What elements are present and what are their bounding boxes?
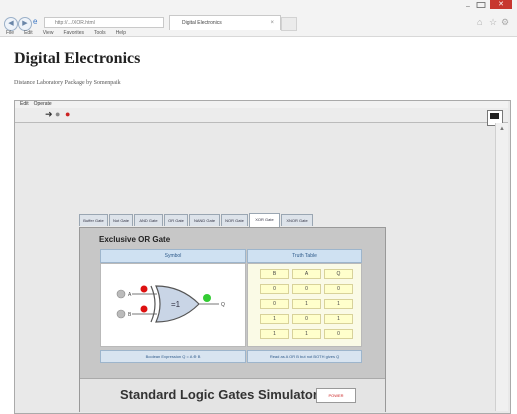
- truth-table-cell: 1: [292, 299, 321, 309]
- back-icon[interactable]: ◀: [4, 17, 18, 31]
- truth-table-header-cell: B: [260, 269, 289, 279]
- tab-xnor-gate[interactable]: XNOR Gate: [281, 214, 313, 226]
- boolean-expression: Boolean Expression Q = A ⊕ B: [100, 350, 246, 363]
- menu-view[interactable]: View: [43, 30, 54, 36]
- minimize-icon[interactable]: –: [466, 3, 470, 10]
- vertical-scrollbar[interactable]: ▲: [495, 123, 508, 411]
- gate-title: Exclusive OR Gate: [99, 235, 171, 244]
- browser-logo-icon: e: [33, 17, 38, 26]
- truth-table-cell: 1: [324, 314, 353, 324]
- simulator-panel: Exclusive OR Gate Symbol Truth Table A B…: [79, 227, 386, 412]
- input-a-led-icon: [140, 285, 148, 293]
- input-b-led-icon: [140, 305, 148, 313]
- truth-table: BAQ000011101110: [247, 263, 362, 347]
- truth-table-cell: 1: [260, 314, 289, 324]
- truth-table-cell: 0: [260, 284, 289, 294]
- menu-file[interactable]: File: [6, 30, 14, 36]
- address-bar[interactable]: http://.../XOR.html: [44, 17, 164, 28]
- truth-table-cell: 0: [324, 284, 353, 294]
- forward-icon[interactable]: ▶: [18, 17, 32, 31]
- tab-nand-gate[interactable]: NAND Gate: [189, 214, 220, 226]
- truth-table-header: Truth Table: [247, 249, 362, 263]
- abort-icon[interactable]: ●: [65, 109, 70, 119]
- new-tab-button[interactable]: [281, 17, 297, 31]
- maximize-icon[interactable]: [476, 2, 486, 8]
- scroll-up-icon[interactable]: ▲: [499, 126, 505, 132]
- truth-table-cell: 0: [324, 329, 353, 339]
- tab-xor-gate[interactable]: XOR Gate: [249, 213, 280, 227]
- tab-buffer-gate[interactable]: Buffer Gate: [79, 214, 108, 226]
- truth-table-cell: 0: [292, 284, 321, 294]
- browser-menu-bar: File Edit View Favorites Tools Help: [0, 30, 517, 38]
- truth-table-cell: 0: [260, 299, 289, 309]
- close-window-icon[interactable]: ✕: [490, 0, 512, 9]
- menu-tools[interactable]: Tools: [94, 30, 106, 36]
- run-arrow-icon[interactable]: ➜: [45, 109, 53, 120]
- lv-menu-operate[interactable]: Operate: [34, 101, 52, 107]
- favorites-icon[interactable]: ☆: [489, 17, 497, 28]
- symbol-header: Symbol: [100, 249, 246, 263]
- page-subtitle: Distance Laboratory Package by Somenpaik: [14, 80, 121, 86]
- close-tab-icon[interactable]: ×: [270, 16, 274, 31]
- menu-edit[interactable]: Edit: [24, 30, 33, 36]
- symbol-area: A B =1 Q: [100, 263, 246, 347]
- truth-table-cell: 0: [292, 314, 321, 324]
- input-b-label: B: [128, 312, 132, 318]
- output-label: Q: [221, 302, 225, 308]
- tab-nor-gate[interactable]: NOR Gate: [221, 214, 248, 226]
- truth-table-cell: 1: [324, 299, 353, 309]
- truth-table-header-cell: Q: [324, 269, 353, 279]
- tab-or-gate[interactable]: OR Gate: [164, 214, 188, 226]
- menu-favorites[interactable]: Favorites: [63, 30, 84, 36]
- tab-and-gate[interactable]: AND Gate: [134, 214, 163, 226]
- page-title: Digital Electronics: [14, 50, 141, 67]
- reading-text: Read as A OR B but not BOTH gives Q: [247, 350, 362, 363]
- power-button[interactable]: POWER: [316, 388, 356, 403]
- browser-chrome: ◀ ▶ e http://.../XOR.html Digital Electr…: [0, 0, 517, 37]
- home-icon[interactable]: ⌂: [477, 17, 482, 27]
- gate-symbol-label: =1: [171, 300, 181, 309]
- xor-gate-symbol: A B =1 Q: [116, 285, 225, 323]
- tab-not-gate[interactable]: Not Gate: [109, 214, 133, 226]
- tab-title: Digital Electronics: [182, 20, 222, 26]
- simulator-footer: Standard Logic Gates Simulator POWER: [80, 378, 385, 412]
- input-a-label: A: [128, 292, 132, 298]
- browser-tab[interactable]: Digital Electronics ×: [169, 15, 281, 30]
- run-continuous-icon[interactable]: ●: [55, 109, 60, 119]
- labview-toolbar: ➜ ● ●: [15, 108, 508, 126]
- menu-help[interactable]: Help: [116, 30, 126, 36]
- truth-table-cell: 1: [260, 329, 289, 339]
- settings-icon[interactable]: ⚙: [501, 17, 509, 28]
- input-a-switch-icon: [116, 289, 126, 299]
- output-led-icon: [203, 294, 211, 302]
- lv-menu-edit[interactable]: Edit: [20, 101, 29, 107]
- truth-table-cell: 1: [292, 329, 321, 339]
- simulator-title: Standard Logic Gates Simulator: [120, 387, 318, 402]
- labview-menu-bar: Edit Operate: [15, 101, 508, 108]
- truth-table-header-cell: A: [292, 269, 321, 279]
- input-b-switch-icon: [116, 309, 126, 319]
